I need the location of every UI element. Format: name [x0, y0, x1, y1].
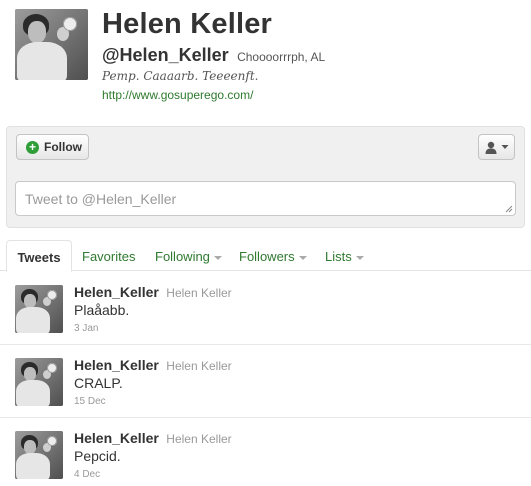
tweet-item[interactable]: Helen_Keller Helen Keller Plaåabb. 3 Jan: [0, 272, 531, 345]
tab-lists-label: Lists: [325, 249, 352, 264]
profile-tabs: Tweets Favorites Following Followers Lis…: [0, 240, 531, 272]
tab-lists[interactable]: Lists: [325, 240, 364, 271]
tab-following-label: Following: [155, 249, 210, 264]
tweet-screen-name[interactable]: Helen_Keller: [74, 430, 159, 446]
follow-label: Follow: [44, 140, 82, 154]
tweet-avatar[interactable]: [15, 431, 63, 479]
tab-followers[interactable]: Followers: [239, 240, 307, 271]
tweet-full-name: Helen Keller: [166, 432, 232, 446]
tweet-header: Helen_Keller Helen Keller: [74, 430, 232, 448]
tweet-text: CRALP.: [74, 375, 123, 391]
tweet-item[interactable]: Helen_Keller Helen Keller Pepcid. 4 Dec: [0, 418, 531, 486]
tweet-header: Helen_Keller Helen Keller: [74, 357, 232, 375]
handle-line: @Helen_Keller Choooorrrph, AL: [102, 45, 325, 66]
tweet-full-name: Helen Keller: [166, 286, 232, 300]
profile-name: Helen Keller: [102, 8, 273, 40]
resize-grip-icon[interactable]: [505, 205, 513, 213]
tab-favorites[interactable]: Favorites: [82, 240, 135, 271]
tweet-timestamp[interactable]: 15 Dec: [74, 396, 106, 407]
profile-avatar[interactable]: [15, 9, 88, 80]
tweet-header: Helen_Keller Helen Keller: [74, 284, 232, 302]
person-icon: [485, 141, 496, 154]
follow-button[interactable]: + Follow: [16, 134, 89, 160]
caret-down-icon: [213, 255, 222, 260]
profile-handle: @Helen_Keller: [102, 45, 229, 65]
caret-down-icon: [298, 255, 307, 260]
tweet-to-placeholder: Tweet to @Helen_Keller: [25, 191, 177, 207]
tweet-timestamp[interactable]: 3 Jan: [74, 323, 98, 334]
tweet-avatar[interactable]: [15, 358, 63, 406]
tweet-screen-name[interactable]: Helen_Keller: [74, 284, 159, 300]
tweet-full-name: Helen Keller: [166, 359, 232, 373]
profile-bio: Pemp. Caaaarb. Teeeenft.: [102, 69, 259, 83]
tweet-timestamp[interactable]: 4 Dec: [74, 469, 100, 480]
tab-following[interactable]: Following: [155, 240, 222, 271]
tab-tweets-label: Tweets: [17, 250, 61, 265]
caret-down-icon: [501, 145, 508, 149]
profile-url[interactable]: http://www.gosuperego.com/: [102, 88, 253, 102]
tweet-screen-name[interactable]: Helen_Keller: [74, 357, 159, 373]
tab-favorites-label: Favorites: [82, 249, 136, 264]
tweet-to-input[interactable]: Tweet to @Helen_Keller: [15, 181, 516, 216]
tweet-text: Pepcid.: [74, 448, 121, 464]
tweet-avatar[interactable]: [15, 285, 63, 333]
tab-followers-label: Followers: [239, 249, 295, 264]
tweet-text: Plaåabb.: [74, 302, 130, 318]
caret-down-icon: [355, 255, 364, 260]
plus-circle-icon: +: [26, 140, 39, 154]
user-menu-button[interactable]: [478, 134, 515, 160]
tab-tweets[interactable]: Tweets: [6, 240, 72, 272]
action-panel: + Follow Tweet to @Helen_Keller: [6, 126, 525, 228]
profile-location: Choooorrrph, AL: [237, 50, 326, 64]
tweet-item[interactable]: Helen_Keller Helen Keller CRALP. 15 Dec: [0, 345, 531, 418]
